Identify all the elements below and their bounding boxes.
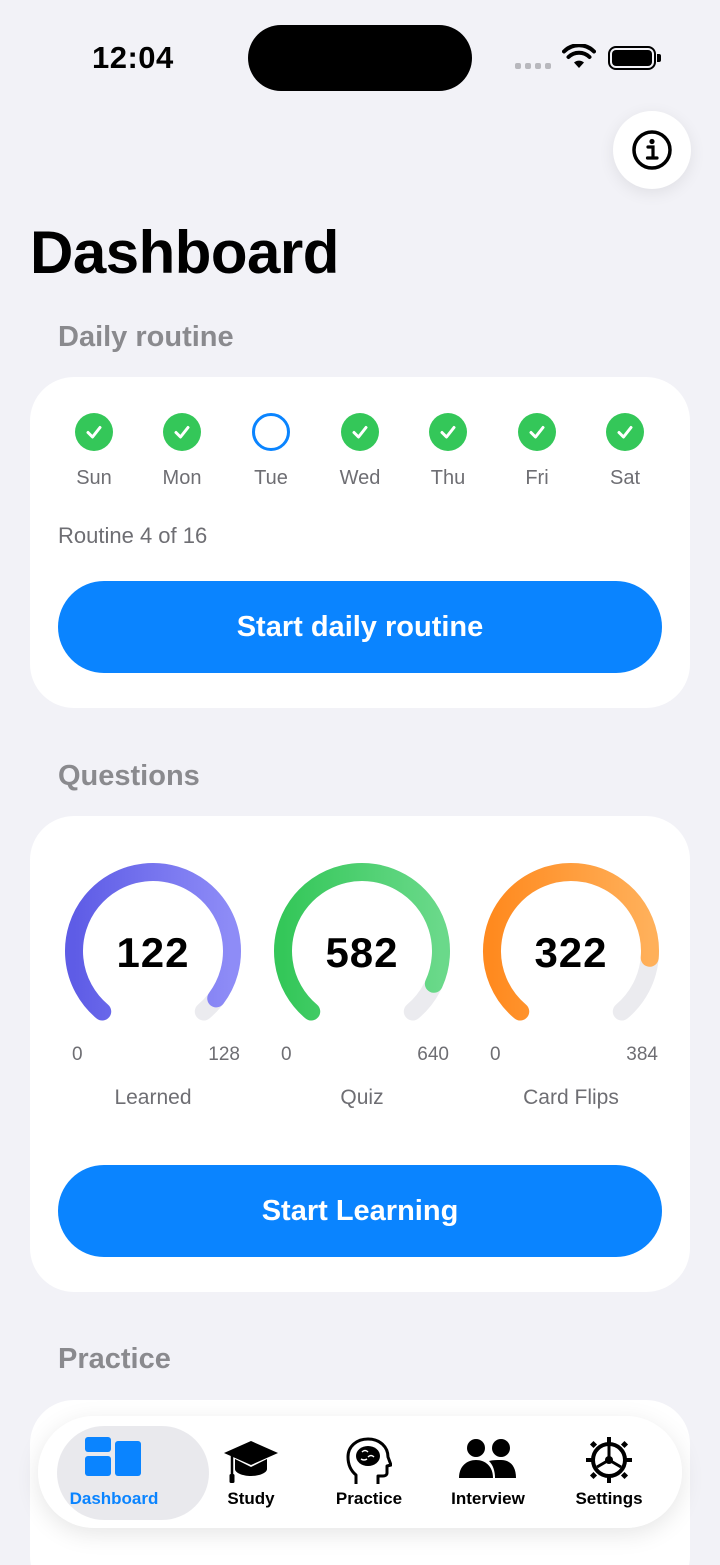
day-item: Wed bbox=[320, 413, 400, 490]
gear-icon bbox=[586, 1437, 632, 1483]
daily-routine-card: Sun Mon Tue Wed Thu Fri Sat Routine 4 of 16 St… bbox=[30, 377, 690, 708]
day-item: Tue bbox=[231, 413, 311, 490]
gauge-value: 322 bbox=[534, 929, 608, 976]
checkmark-icon bbox=[75, 413, 113, 451]
weekday-row: Sun Mon Tue Wed Thu Fri Sat bbox=[30, 413, 690, 493]
day-item: Sun bbox=[54, 413, 134, 490]
gauge-learned: 122 0 128 Learned bbox=[58, 856, 248, 1109]
tab-label: Study bbox=[227, 1489, 275, 1508]
status-time: 12:04 bbox=[92, 40, 174, 75]
tab-settings[interactable]: Settings bbox=[544, 1417, 674, 1529]
day-label: Sat bbox=[609, 467, 641, 489]
gauge-label: Card Flips bbox=[523, 1086, 619, 1109]
practice-header: Practice bbox=[58, 1343, 171, 1375]
gauge-value: 582 bbox=[325, 929, 399, 976]
tab-study[interactable]: Study bbox=[186, 1417, 316, 1529]
gauge-min: 0 bbox=[72, 1044, 83, 1065]
tab-bar: Dashboard Study Practice Interview Setti… bbox=[38, 1416, 682, 1528]
checkmark-icon bbox=[163, 413, 201, 451]
gauge-value: 122 bbox=[116, 929, 190, 976]
day-item: Mon bbox=[142, 413, 222, 490]
day-label: Fri bbox=[525, 467, 549, 489]
day-label: Sun bbox=[76, 467, 112, 489]
tab-label: Interview bbox=[451, 1489, 525, 1508]
day-item: Sat bbox=[585, 413, 665, 490]
gauge-max: 128 bbox=[208, 1044, 240, 1065]
start-learning-button[interactable]: Start Learning bbox=[58, 1165, 662, 1257]
battery-icon bbox=[608, 46, 661, 70]
routine-progress: Routine 4 of 16 bbox=[58, 523, 208, 548]
gauge-max: 384 bbox=[626, 1044, 658, 1065]
questions-card: 122 0 128 Learned 582 0 640 Quiz 322 0 384 Card Fli… bbox=[30, 816, 690, 1292]
dynamic-island bbox=[248, 25, 472, 91]
checkmark-icon bbox=[518, 413, 556, 451]
graduation-cap-icon bbox=[224, 1441, 278, 1483]
info-circle-icon bbox=[632, 130, 672, 170]
pending-circle-icon bbox=[252, 413, 290, 451]
page-title: Dashboard bbox=[30, 219, 339, 286]
day-label: Thu bbox=[430, 467, 466, 489]
tab-interview[interactable]: Interview bbox=[423, 1417, 553, 1529]
status-bar: 12:04 bbox=[0, 0, 720, 110]
tab-label: Dashboard bbox=[69, 1489, 159, 1508]
tab-label: Practice bbox=[335, 1489, 403, 1508]
tab-dashboard[interactable]: Dashboard bbox=[49, 1417, 209, 1529]
gauge-min: 0 bbox=[281, 1044, 292, 1065]
brain-head-icon bbox=[346, 1437, 392, 1484]
tab-label: Settings bbox=[575, 1489, 643, 1508]
start-daily-routine-button[interactable]: Start daily routine bbox=[58, 581, 662, 673]
questions-header: Questions bbox=[58, 760, 200, 792]
gauge-min: 0 bbox=[490, 1044, 501, 1065]
cellular-signal-icon bbox=[515, 63, 551, 69]
day-label: Wed bbox=[339, 467, 381, 489]
gauge-max: 640 bbox=[417, 1044, 449, 1065]
day-label: Tue bbox=[254, 467, 288, 489]
day-label: Mon bbox=[162, 467, 202, 489]
day-item: Fri bbox=[497, 413, 577, 490]
tab-practice[interactable]: Practice bbox=[304, 1417, 434, 1529]
wifi-icon bbox=[562, 43, 596, 75]
gauge-quiz: 582 0 640 Quiz bbox=[267, 856, 457, 1109]
day-item: Thu bbox=[408, 413, 488, 490]
gauge-label: Learned bbox=[114, 1086, 192, 1109]
gauge-label: Quiz bbox=[340, 1086, 384, 1109]
daily-routine-header: Daily routine bbox=[58, 321, 234, 353]
checkmark-icon bbox=[429, 413, 467, 451]
people-icon bbox=[459, 1439, 516, 1478]
checkmark-icon bbox=[341, 413, 379, 451]
checkmark-icon bbox=[606, 413, 644, 451]
gauge-card-flips: 322 0 384 Card Flips bbox=[476, 856, 666, 1109]
dashboard-icon bbox=[85, 1437, 141, 1476]
info-button[interactable] bbox=[613, 111, 691, 189]
